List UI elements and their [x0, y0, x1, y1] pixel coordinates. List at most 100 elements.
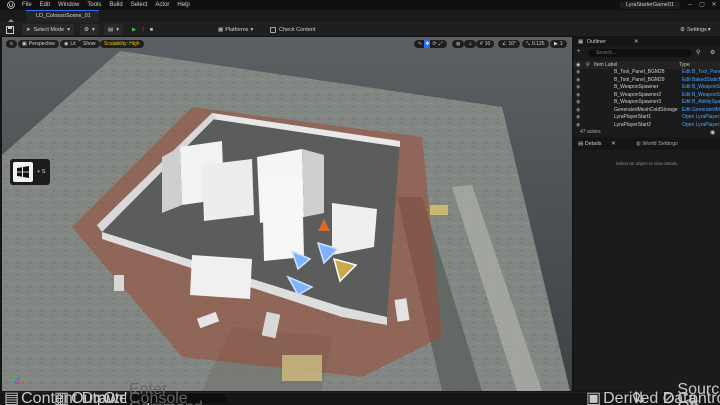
grid-snap-value: 10: [484, 41, 491, 47]
log-icon: ▥: [54, 390, 70, 405]
eye-icon[interactable]: ◉: [576, 114, 580, 122]
row-type-link[interactable]: Edit GeneratedMesh: [682, 107, 720, 115]
menu-actor[interactable]: Actor: [155, 2, 169, 8]
show-button[interactable]: Show: [79, 40, 100, 48]
world-settings-tab[interactable]: ◍ World Settings: [636, 139, 678, 150]
lit-icon: ◉: [64, 41, 69, 47]
row-type-link[interactable]: Edit BakedStaticMesh: [682, 77, 720, 85]
outliner-icon: ▦: [578, 39, 584, 45]
cinematics-button[interactable]: ▤ ▾: [104, 24, 123, 35]
eye-icon[interactable]: ◉: [576, 99, 580, 107]
view-options-icon[interactable]: ◉: [710, 129, 715, 136]
col-item-label[interactable]: Item Label: [594, 61, 617, 69]
settings-button[interactable]: ⚙ Settings ▾: [680, 24, 711, 35]
rotate-tool-icon[interactable]: ⟳: [432, 40, 436, 48]
scalability-button[interactable]: Scalability: High: [100, 40, 144, 48]
row-type-link[interactable]: Edit B_WeaponSpawner: [682, 92, 720, 100]
perspective-button[interactable]: ▣ Perspective: [18, 40, 59, 48]
add-icon[interactable]: +: [577, 49, 581, 55]
outliner-row[interactable]: ◉ B_WeaponSpawner3 Edit B_AbilitySpawner: [574, 99, 720, 107]
database-icon: ▣: [586, 390, 602, 405]
world-local-toggle[interactable]: ◍: [452, 40, 465, 48]
outliner-row[interactable]: ◉ LyraPlayerStart2 Open LyraPlayerStart: [574, 122, 720, 130]
row-type-link[interactable]: Edit B_AbilitySpawner: [682, 99, 720, 107]
outliner-row[interactable]: ◉ B_Tool_Panel_BGM29 Edit BakedStaticMesh: [574, 77, 720, 85]
eye-icon[interactable]: ◉: [576, 107, 580, 115]
menu-build[interactable]: Build: [109, 2, 122, 8]
scene-render: [2, 37, 572, 391]
scale-snap-button[interactable]: ⤡ 0.125: [522, 40, 549, 48]
row-type-link[interactable]: Open LyraPlayerStart: [682, 114, 720, 122]
film-icon: ▤: [108, 26, 114, 33]
play-icon[interactable]: ▶: [132, 27, 136, 33]
camera-speed-button[interactable]: ▶ 1: [550, 40, 567, 48]
outliner-row[interactable]: ◉ GeneratedMeshColdStorage Edit GeneratedM…: [574, 107, 720, 115]
lit-label: Lit: [70, 41, 76, 47]
scale-snap-value: 0.125: [532, 41, 545, 47]
settings-label: Settings: [686, 26, 707, 33]
blueprint-icon: ⚙: [84, 26, 89, 33]
filter-icon[interactable]: ⚲: [696, 49, 700, 56]
gear-icon[interactable]: ⚙: [710, 49, 715, 56]
menu-window[interactable]: Window: [58, 2, 79, 8]
close-icon[interactable]: ✕: [708, 0, 720, 10]
row-type-link[interactable]: Open LyraPlayerStart: [682, 122, 720, 130]
source-control-label: Source Control Off: [677, 381, 720, 405]
platforms-button[interactable]: ▦ Platforms ▾: [218, 24, 253, 35]
outliner-row[interactable]: ◉ B_Tool_Panel_BGM28 Edit B_Tool_Panel: [574, 69, 720, 77]
revision-control-icon[interactable]: ⇅: [632, 391, 645, 405]
maximize-icon[interactable]: ▢: [696, 0, 708, 10]
chevron-down-icon: ▾: [250, 26, 254, 33]
viewport-options-button[interactable]: ≡: [6, 40, 17, 48]
check-content-icon: [270, 26, 276, 33]
eye-icon[interactable]: ◉: [576, 84, 580, 92]
play-options-icon[interactable]: ⋮: [140, 27, 146, 33]
surface-snap-toggle[interactable]: ⊥: [464, 40, 477, 48]
menu-tools[interactable]: Tools: [87, 2, 101, 8]
stop-icon[interactable]: ■: [150, 27, 153, 33]
close-icon[interactable]: ✕: [611, 141, 616, 147]
col-type[interactable]: Type: [679, 61, 690, 69]
eye-icon[interactable]: ◉: [576, 69, 580, 77]
rotation-snap-button[interactable]: ∠ 10°: [498, 40, 521, 48]
perspective-icon: ▣: [22, 41, 27, 47]
close-icon[interactable]: ✕: [634, 37, 639, 47]
unreal-logo-icon[interactable]: [6, 0, 16, 10]
menu-edit[interactable]: Edit: [40, 2, 50, 8]
check-content-button[interactable]: Check Content: [270, 24, 315, 35]
level-viewport[interactable]: ≡ ▣ Perspective ◉ Lit Show Scalability: Hi…: [2, 37, 572, 391]
console-input[interactable]: Enter Console Command: [126, 382, 226, 405]
menu-help[interactable]: Help: [177, 2, 189, 8]
scale-tool-icon[interactable]: ⤢: [439, 40, 443, 48]
menu-bar: File Edit Window Tools Build Select Acto…: [0, 0, 720, 10]
row-type-link[interactable]: Edit B_Tool_Panel: [682, 69, 720, 77]
eye-icon[interactable]: ◉: [576, 77, 580, 85]
source-control-button[interactable]: ⊘Source Control Off: [662, 382, 720, 405]
move-tool-icon[interactable]: ✥: [424, 40, 431, 48]
platforms-label: Platforms: [225, 26, 249, 33]
row-label: B_Tool_Panel_BGM29: [614, 76, 665, 83]
outliner-search-input[interactable]: Search...: [588, 49, 692, 57]
details-tab-label: Details: [584, 141, 602, 147]
menu-select[interactable]: Select: [131, 2, 148, 8]
select-mode-dropdown[interactable]: ➤ Select Mode ▾: [22, 24, 74, 35]
project-name: LyraStarterGame01: [619, 1, 680, 9]
content-add-button[interactable]: ⚙ ▾: [80, 24, 99, 35]
grid-snap-button[interactable]: #10: [476, 40, 495, 48]
select-tool-icon[interactable]: ↖: [418, 40, 422, 48]
outliner-row[interactable]: ◉ B_WeaponSpawner Edit B_WeaponSpawner: [574, 84, 720, 92]
menu-file[interactable]: File: [22, 2, 32, 8]
save-icon[interactable]: [6, 24, 14, 35]
select-mode-button[interactable]: ➤ Select Mode ▾: [22, 24, 74, 35]
row-type-link[interactable]: Edit B_WeaponSpawner: [682, 84, 720, 92]
eye-icon[interactable]: ◉: [576, 92, 580, 100]
outliner-row[interactable]: ◉ LyraPlayerStart1 Open LyraPlayerStart: [574, 114, 720, 122]
details-tab[interactable]: ▤ Details ✕: [578, 139, 616, 150]
eye-icon[interactable]: ◉: [576, 122, 580, 130]
details-panel: ▤ Details ✕ ◍ World Settings Select an o…: [574, 139, 720, 391]
minimize-icon[interactable]: –: [684, 0, 696, 10]
outliner-row[interactable]: ◉ B_WeaponSpawner2 Edit B_WeaponSpawner: [574, 92, 720, 100]
level-tab[interactable]: LD_ColossoScene_01: [26, 10, 99, 22]
lit-button[interactable]: ◉ Lit: [60, 40, 80, 48]
outliner-tab[interactable]: ▦ Outliner ✕: [574, 37, 720, 47]
